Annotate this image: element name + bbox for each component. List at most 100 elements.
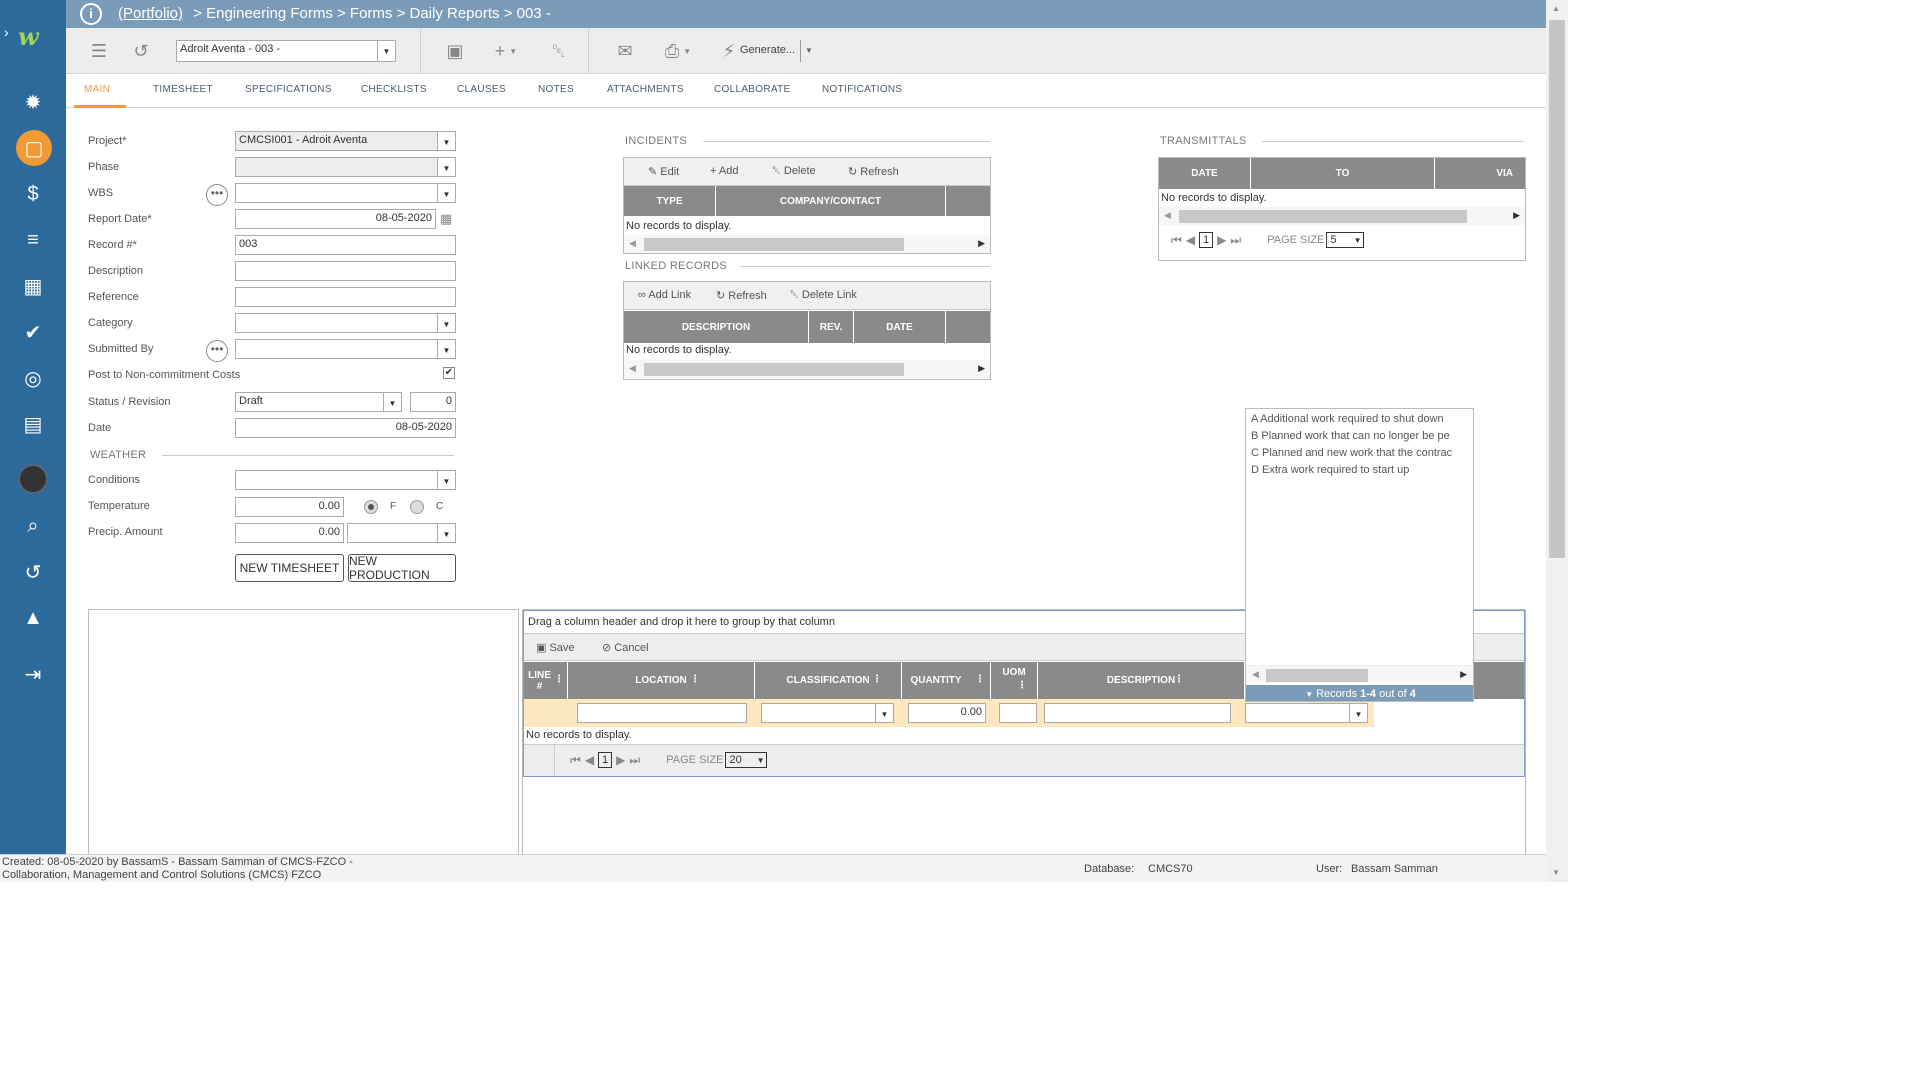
briefcase-icon[interactable]: ▤	[17, 408, 49, 440]
tab-specifications[interactable]: SPECIFICATIONS	[245, 84, 332, 95]
more-options-icon[interactable]: •••	[206, 184, 228, 206]
fahrenheit-radio[interactable]	[364, 500, 378, 514]
generate-button[interactable]: Generate...	[740, 44, 795, 56]
phase-field[interactable]: ▼	[235, 157, 456, 177]
col-rev[interactable]: REV.	[809, 311, 854, 343]
prev-page-icon[interactable]: ◀	[1186, 233, 1195, 247]
first-page-icon[interactable]: ⏮	[1171, 233, 1182, 248]
next-page-icon[interactable]: ▶	[1217, 233, 1226, 247]
current-page[interactable]: 1	[598, 752, 613, 768]
celsius-radio[interactable]	[410, 500, 424, 514]
add-link-button[interactable]: ∞ Add Link	[638, 289, 691, 301]
list-icon[interactable]: ☰	[86, 36, 112, 66]
uom-input[interactable]	[999, 703, 1037, 723]
incidents-scrollbar[interactable]: ◀ ▶	[624, 235, 990, 253]
quantity-input[interactable]: 0.00	[908, 703, 986, 723]
column-menu-icon[interactable]: ⋮	[1017, 680, 1027, 691]
col-type[interactable]: TYPE	[624, 186, 716, 216]
tab-checklists[interactable]: CHECKLISTS	[361, 84, 427, 95]
breadcrumb-portfolio-link[interactable]: (Portfolio)	[118, 5, 183, 22]
precip-unit-select[interactable]: ▼	[347, 523, 456, 543]
lines-cancel-button[interactable]: ⊘ Cancel	[602, 641, 649, 654]
column-menu-icon[interactable]: ⋮	[1174, 674, 1184, 685]
linked-refresh-button[interactable]: ↻ Refresh	[716, 289, 767, 302]
graduation-cap-icon[interactable]: ▲	[17, 602, 49, 634]
incidents-refresh-button[interactable]: ↻ Refresh	[848, 165, 899, 178]
new-production-button[interactable]: NEW PRODUCTION	[348, 554, 456, 582]
more-options-icon[interactable]: •••	[206, 340, 228, 362]
gantt-icon[interactable]: ≡	[17, 224, 49, 256]
col-to[interactable]: TO	[1251, 158, 1435, 189]
page-scrollbar[interactable]: ▲ ▼	[1546, 0, 1568, 882]
checkmark-icon[interactable]: ✔	[17, 316, 49, 348]
dropdown-scrollbar[interactable]: ◀ ▶	[1246, 665, 1473, 683]
conditions-field[interactable]: ▼	[235, 470, 456, 490]
description-input[interactable]	[1044, 703, 1231, 723]
last-page-icon[interactable]: ⏭	[1230, 233, 1241, 248]
tab-timesheet[interactable]: TIMESHEET	[153, 84, 213, 95]
list-item[interactable]: C Planned and new work that the contrac	[1251, 445, 1473, 462]
last-page-icon[interactable]: ⏭	[629, 753, 640, 768]
lightbulb-icon[interactable]: ✹	[17, 86, 49, 118]
record-number-field[interactable]: 003	[235, 235, 456, 255]
calendar-icon[interactable]: ▦	[440, 211, 452, 227]
generate-dropdown-icon[interactable]: ▼	[805, 46, 813, 55]
temperature-field[interactable]: 0.00	[235, 497, 344, 517]
scroll-right-icon[interactable]: ▶	[978, 363, 985, 374]
scroll-thumb[interactable]	[644, 363, 904, 376]
wbs-field[interactable]: ▼	[235, 183, 456, 203]
add-icon[interactable]: + ▼	[486, 36, 526, 66]
scroll-left-icon[interactable]: ◀	[1164, 210, 1171, 221]
tab-collaborate[interactable]: COLLABORATE	[714, 84, 790, 95]
col-company-contact[interactable]: COMPANY/CONTACT	[716, 186, 946, 216]
location-input[interactable]	[577, 703, 747, 723]
scroll-thumb[interactable]	[1179, 210, 1467, 223]
col-description[interactable]: DESCRIPTION	[1038, 662, 1245, 699]
reference-field[interactable]	[235, 287, 456, 307]
column-menu-icon[interactable]: ⋮	[872, 674, 882, 685]
transmittals-scrollbar[interactable]: ◀ ▶	[1159, 207, 1525, 225]
list-item[interactable]: D Extra work required to start up	[1251, 462, 1473, 479]
expand-chevron-icon[interactable]: ›	[4, 24, 9, 40]
page-size-select[interactable]: 5 ▼	[1326, 232, 1365, 248]
column-menu-icon[interactable]: ⋮	[554, 674, 564, 685]
history-icon[interactable]: ↺	[128, 36, 154, 66]
incidents-delete-button[interactable]: ␡ Delete	[772, 165, 816, 178]
scroll-right-icon[interactable]: ▶	[978, 238, 985, 249]
scroll-left-icon[interactable]: ◀	[629, 363, 636, 374]
list-item[interactable]: A Additional work required to shut down	[1251, 411, 1473, 428]
scroll-thumb[interactable]	[1549, 20, 1565, 558]
date-field[interactable]: 08-05-2020	[235, 418, 456, 438]
save-icon[interactable]: ▣	[442, 36, 468, 66]
column-menu-icon[interactable]: ⋮	[690, 674, 700, 685]
print-icon[interactable]: ⎙ ▼	[656, 36, 700, 66]
delete-icon[interactable]: ␡	[546, 36, 572, 66]
scroll-up-icon[interactable]: ▲	[1552, 4, 1560, 13]
incidents-add-button[interactable]: + Add	[710, 165, 738, 177]
post-costs-checkbox[interactable]: ✔	[443, 367, 455, 379]
tab-notifications[interactable]: NOTIFICATIONS	[822, 84, 902, 95]
col-uom[interactable]: UOM	[991, 662, 1038, 699]
linked-records-scrollbar[interactable]: ◀ ▶	[624, 360, 990, 378]
lines-save-button[interactable]: ▣ Save	[536, 641, 575, 654]
first-page-icon[interactable]: ⏮	[570, 753, 581, 768]
status-select[interactable]: Draft ▼	[235, 392, 402, 412]
info-icon[interactable]: i	[80, 3, 102, 25]
incidents-edit-button[interactable]: ✎ Edit	[648, 165, 679, 178]
logo-icon[interactable]: w	[18, 22, 39, 51]
record-select[interactable]: Adroit Aventa - 003 - ▼	[176, 40, 396, 62]
scroll-right-icon[interactable]: ▶	[1460, 669, 1467, 680]
avatar[interactable]	[18, 464, 48, 494]
tab-attachments[interactable]: ATTACHMENTS	[607, 84, 684, 95]
history-icon[interactable]: ↺	[17, 556, 49, 588]
col-description[interactable]: DESCRIPTION	[624, 311, 809, 343]
column-menu-icon[interactable]: ⋮	[975, 674, 985, 685]
tab-notes[interactable]: NOTES	[538, 84, 574, 95]
scroll-left-icon[interactable]: ◀	[629, 238, 636, 249]
scroll-thumb[interactable]	[1266, 669, 1368, 682]
report-date-field[interactable]: 08-05-2020	[235, 209, 436, 229]
revision-field[interactable]: 0	[410, 392, 456, 412]
col-location[interactable]: LOCATION	[568, 662, 755, 699]
submitted-by-field[interactable]: ▼	[235, 339, 456, 359]
scroll-right-icon[interactable]: ▶	[1513, 210, 1520, 221]
